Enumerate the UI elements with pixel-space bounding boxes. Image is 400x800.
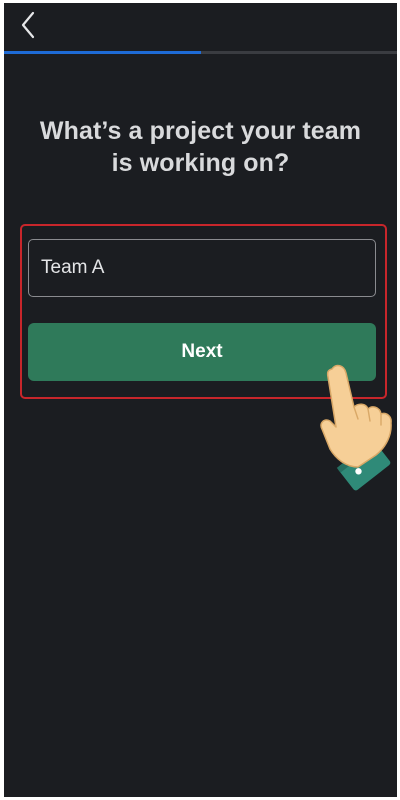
back-button[interactable]	[12, 7, 44, 43]
question-heading: What’s a project your team is working on…	[39, 117, 362, 177]
progress-bar	[4, 51, 397, 54]
app-screen: What’s a project your team is working on…	[4, 3, 397, 797]
progress-fill	[4, 51, 201, 54]
project-name-input[interactable]	[28, 239, 376, 297]
top-bar	[4, 3, 397, 51]
next-button[interactable]: Next	[28, 323, 376, 381]
chevron-left-icon	[21, 11, 35, 39]
